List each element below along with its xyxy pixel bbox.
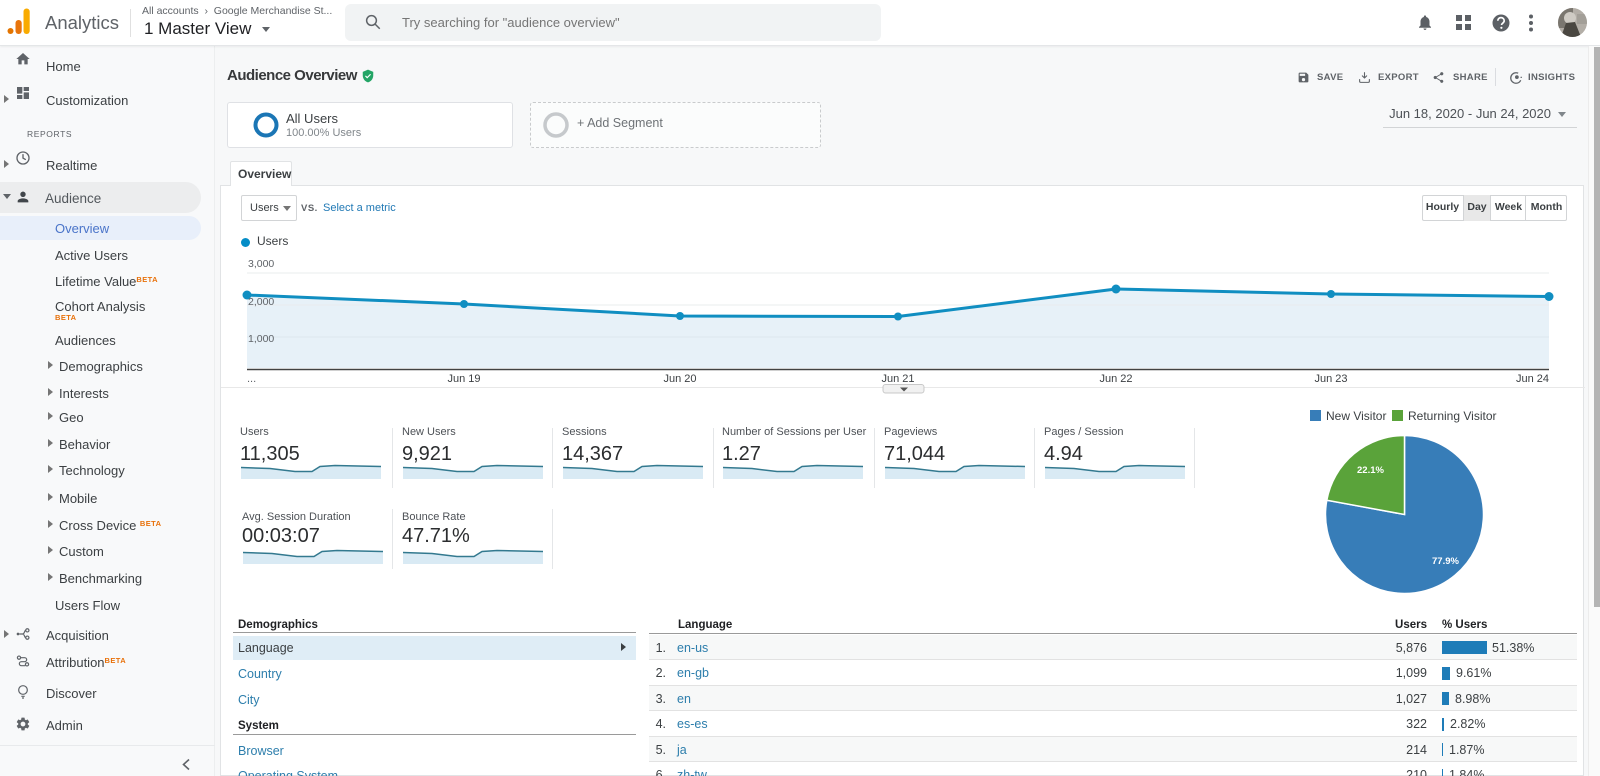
svg-text:Jun 22: Jun 22	[1099, 373, 1132, 385]
svg-text:Jun 24: Jun 24	[1516, 373, 1549, 385]
svg-text:Returning Visitor: Returning Visitor	[1408, 409, 1497, 423]
svg-text:Jun 23: Jun 23	[1314, 373, 1347, 385]
svg-text:...: ...	[247, 373, 256, 385]
svg-text:3,000: 3,000	[248, 258, 274, 270]
svg-text:Jun 20: Jun 20	[663, 373, 696, 385]
svg-text:77.9%: 77.9%	[1432, 556, 1459, 567]
svg-text:2,000: 2,000	[248, 296, 274, 308]
svg-text:1,000: 1,000	[248, 333, 274, 345]
svg-text:Jun 21: Jun 21	[881, 373, 914, 385]
svg-text:Jun 19: Jun 19	[447, 373, 480, 385]
svg-text:22.1%: 22.1%	[1357, 465, 1384, 476]
svg-text:New Visitor: New Visitor	[1326, 409, 1386, 423]
